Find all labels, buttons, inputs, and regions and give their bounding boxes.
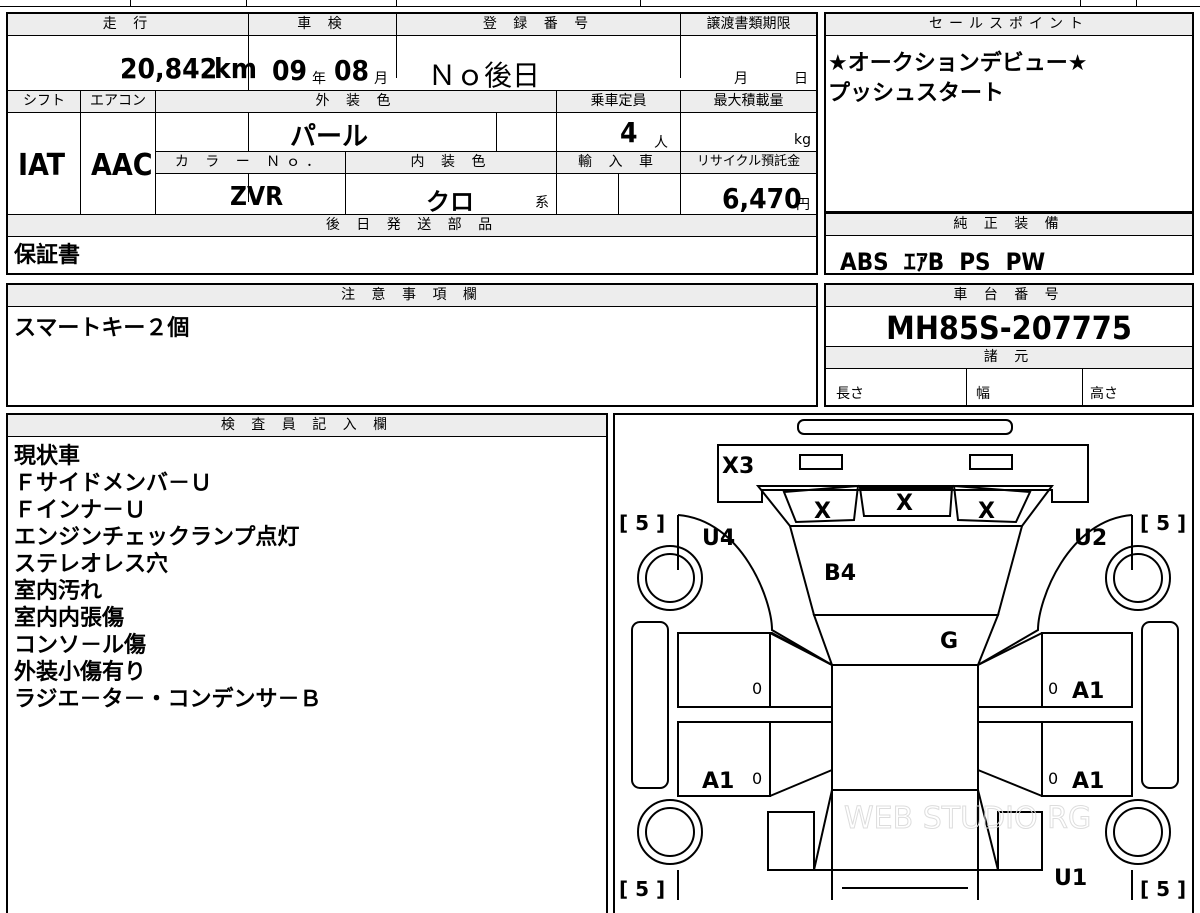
car-diagram: X3 X X X U4 U2 B4 G A1 A1 A1 U1 0 0 0 0 … [619, 419, 1186, 901]
exterior-color-value: パール [290, 122, 369, 152]
length-label: 長さ [836, 386, 864, 402]
equipment-header: 純 正 装 備 [826, 214, 1192, 236]
recycle-unit: 円 [796, 197, 810, 213]
chassis-box: 車 台 番 号 MH85S-207775 諸 元 長さ 幅 高さ [824, 283, 1194, 407]
shift-header: シフト [8, 91, 80, 113]
zero-marker: 0 [752, 769, 762, 788]
inspector-note: ラジエ－タ－・コンデンサ－Ｂ [14, 687, 322, 712]
capacity-header: 乗車定員 [557, 91, 680, 113]
width-label: 幅 [976, 386, 990, 402]
recycle-value: 6,470 [722, 182, 802, 215]
max-load-unit: kg [794, 132, 811, 148]
equipment-value: ABS ｴｱB PS PW [840, 248, 1046, 276]
code-u4: U4 [702, 526, 735, 551]
inspector-note: 室内汚れ [14, 579, 103, 604]
tire-rear-right: [ 5 ] [1140, 877, 1186, 901]
inspector-note: Ｆサイドメンバ－Ｕ [14, 471, 213, 496]
sales-point-box: セールスポイント ★オークションデビュー★ プッシュスタート [824, 12, 1194, 213]
code-x-left: X [814, 499, 831, 524]
shift-value: IAT [18, 148, 66, 183]
inspector-note: 外装小傷有り [14, 660, 147, 685]
sales-point-header: セールスポイント [826, 14, 1192, 36]
caution-header: 注 意 事 項 欄 [8, 285, 816, 307]
mileage-value: 20,842 [120, 52, 218, 85]
damage-diagram-box: X3 X X X U4 U2 B4 G A1 A1 A1 U1 0 0 0 0 … [613, 413, 1194, 913]
inspector-box: 検 査 員 記 入 欄 現状車 Ｆサイドメンバ－Ｕ Ｆインナ－Ｕ エンジンチェッ… [6, 413, 608, 913]
color-no-value: ZVR [230, 182, 284, 212]
transfer-deadline-header: 譲渡書類期限 [681, 14, 816, 36]
transfer-month: 月 [734, 71, 748, 87]
registration-value: Ｎｏ後日 [428, 59, 541, 92]
mileage-header: 走 行 [8, 14, 248, 36]
later-parts-header: 後 日 発 送 部 品 [8, 215, 816, 237]
registration-header: 登 録 番 号 [397, 14, 680, 36]
recycle-header: リサイクル預託金 [681, 152, 816, 174]
tire-front-left: [ 5 ] [619, 511, 665, 535]
inspector-note: エンジンチェックランプ点灯 [14, 525, 300, 550]
caution-value: スマートキー２個 [14, 316, 190, 341]
inspection-month: 08 [334, 54, 370, 87]
tire-rear-left: [ 5 ] [619, 877, 665, 901]
inspection-month-unit: 月 [374, 71, 388, 87]
exterior-color-header: 外 装 色 [156, 91, 556, 113]
height-label: 高さ [1090, 386, 1118, 402]
zero-marker: 0 [1048, 769, 1058, 788]
inspection-year: 09 [272, 54, 308, 87]
code-a1-right-rear: A1 [1072, 769, 1104, 794]
code-u2: U2 [1074, 526, 1107, 551]
zero-marker: 0 [752, 679, 762, 698]
inspector-note: コンソ－ル傷 [14, 633, 147, 658]
tire-front-right: [ 5 ] [1140, 511, 1186, 535]
mileage-unit: km [214, 52, 257, 85]
interior-color-header: 内 装 色 [346, 152, 556, 174]
sales-point-line-2: プッシュスタート [828, 81, 1005, 106]
ac-value: AAC [91, 148, 153, 183]
import-header: 輸 入 車 [557, 152, 680, 174]
capacity-unit: 人 [654, 135, 668, 151]
code-a1-right-front: A1 [1072, 679, 1104, 704]
code-g: G [940, 629, 958, 654]
inspector-note: Ｆインナ－Ｕ [14, 498, 147, 523]
caution-box: 注 意 事 項 欄 スマートキー２個 [6, 283, 818, 407]
interior-color-value: クロ [426, 188, 474, 216]
inspection-header: 車 検 [249, 14, 396, 36]
chassis-value: MH85S-207775 [886, 309, 1132, 347]
code-x3: X3 [722, 454, 754, 479]
code-x-center: X [896, 491, 913, 516]
ac-header: エアコン [81, 91, 155, 113]
inspector-note: 室内内張傷 [14, 606, 125, 631]
code-u1: U1 [1054, 866, 1087, 891]
zero-marker: 0 [1048, 679, 1058, 698]
inspector-note: 現状車 [14, 444, 81, 469]
code-x-right: X [978, 499, 995, 524]
inspector-notes-list: 現状車 Ｆサイドメンバ－Ｕ Ｆインナ－Ｕ エンジンチェックランプ点灯 ステレオレ… [14, 443, 322, 713]
spec-header: 諸 元 [826, 347, 1192, 369]
inspector-note: ステレオレス穴 [14, 552, 169, 577]
vehicle-info-table: 走 行 車 検 登 録 番 号 譲渡書類期限 20,842 km 09 年 08… [6, 12, 818, 275]
transfer-day: 日 [794, 71, 808, 87]
sales-point-line-1: ★オークションデビュー★ [828, 51, 1088, 76]
chassis-header: 車 台 番 号 [826, 285, 1192, 307]
capacity-value: 4 [620, 116, 638, 149]
top-cutoff-strip [0, 0, 1200, 8]
later-parts-value: 保証書 [14, 243, 81, 268]
code-b4: B4 [824, 561, 856, 586]
inspector-header: 検 査 員 記 入 欄 [8, 415, 606, 437]
interior-color-unit: 系 [535, 195, 549, 211]
code-a1-left-rear: A1 [702, 769, 734, 794]
max-load-header: 最大積載量 [681, 91, 816, 113]
inspection-year-unit: 年 [312, 71, 326, 87]
equipment-box: 純 正 装 備 ABS ｴｱB PS PW [824, 212, 1194, 276]
watermark: WEB STUDIO RG [844, 801, 1091, 836]
color-no-header: カ ラ ー Ｎｏ． [156, 152, 345, 174]
